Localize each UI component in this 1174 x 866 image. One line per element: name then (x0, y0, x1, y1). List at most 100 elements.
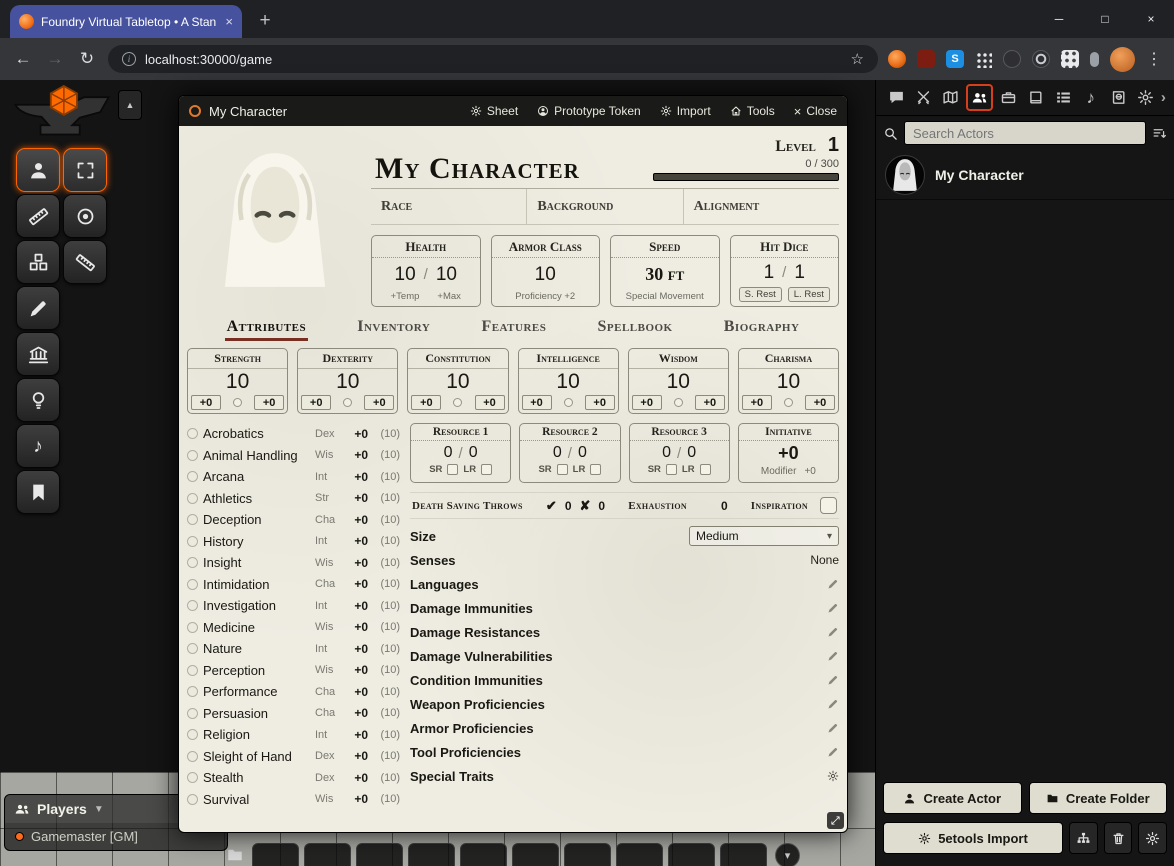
ability-modifier[interactable]: +0 (742, 395, 772, 410)
skill-name[interactable]: Perception (203, 663, 310, 678)
skill-proficiency-toggle[interactable] (187, 772, 198, 783)
lr-checkbox[interactable] (700, 464, 711, 475)
skill-modifier[interactable]: +0 (346, 771, 368, 785)
skill-name[interactable]: Animal Handling (203, 448, 310, 463)
sheet-config-button[interactable]: Sheet (470, 104, 518, 118)
skill-modifier[interactable]: +0 (346, 706, 368, 720)
tab-playlists[interactable]: ♪ (1079, 86, 1103, 110)
special-movement-label[interactable]: Special Movement (626, 291, 704, 302)
ability-name[interactable]: Charisma (739, 349, 838, 369)
skill-modifier[interactable]: +0 (346, 513, 368, 527)
ability-score-input[interactable]: 10 (519, 369, 618, 395)
close-window-button[interactable]: × Close (794, 104, 837, 119)
ability-score-input[interactable]: 10 (629, 369, 728, 395)
hp-tempmax-label[interactable]: +Max (437, 291, 461, 302)
drawing-controls-button[interactable] (16, 286, 60, 330)
skill-name[interactable]: Arcana (203, 469, 310, 484)
ability-name[interactable]: Wisdom (629, 349, 728, 369)
skill-proficiency-toggle[interactable] (187, 557, 198, 568)
skill-proficiency-toggle[interactable] (187, 643, 198, 654)
save-proficiency-toggle[interactable] (674, 398, 683, 407)
resource-value-input[interactable]: 0 (662, 444, 671, 462)
macro-slot[interactable] (512, 843, 559, 866)
exhaustion-value[interactable]: 0 (721, 499, 728, 513)
tab-attributes[interactable]: Attributes (225, 318, 309, 341)
gear-icon[interactable] (827, 770, 839, 782)
resource-max-input[interactable]: 0 (469, 444, 478, 462)
lr-checkbox[interactable] (481, 464, 492, 475)
delete-button[interactable] (1104, 822, 1133, 854)
ability-name[interactable]: Constitution (408, 349, 507, 369)
window-resize-handle[interactable] (827, 812, 844, 829)
hotbar-page-button[interactable]: ▾ (775, 843, 800, 866)
ability-name[interactable]: Strength (188, 349, 287, 369)
skill-proficiency-toggle[interactable] (187, 665, 198, 676)
edit-icon[interactable] (827, 602, 839, 614)
tools-button[interactable]: Tools (730, 104, 775, 118)
skill-name[interactable]: Stealth (203, 770, 310, 785)
extensions-grid-icon[interactable] (975, 51, 992, 68)
death-success-icon[interactable]: ✔ (546, 498, 557, 514)
resource-label[interactable]: Resource 2 (520, 424, 619, 441)
ability-name[interactable]: Intelligence (519, 349, 618, 369)
resource-label[interactable]: Resource 3 (630, 424, 729, 441)
save-proficiency-toggle[interactable] (784, 398, 793, 407)
tab-actors[interactable] (966, 84, 993, 111)
macro-slot[interactable] (356, 843, 403, 866)
ability-modifier[interactable]: +0 (632, 395, 662, 410)
ability-score-input[interactable]: 10 (739, 369, 838, 395)
skill-name[interactable]: Sleight of Hand (203, 749, 310, 764)
macro-slot[interactable] (460, 843, 507, 866)
forward-button[interactable]: → (44, 49, 66, 69)
skill-name[interactable]: Persuasion (203, 706, 310, 721)
prototype-token-button[interactable]: Prototype Token (537, 104, 641, 118)
macro-slot[interactable] (252, 843, 299, 866)
skill-modifier[interactable]: +0 (346, 470, 368, 484)
notes-controls-button[interactable] (16, 470, 60, 514)
edit-icon[interactable] (827, 746, 839, 758)
tab-biography[interactable]: Biography (722, 318, 802, 341)
size-select[interactable]: Medium ▾ (689, 526, 839, 546)
folder-tree-button[interactable] (1069, 822, 1098, 854)
skill-modifier[interactable]: +0 (346, 663, 368, 677)
skill-proficiency-toggle[interactable] (187, 493, 198, 504)
lr-checkbox[interactable] (590, 464, 601, 475)
ability-score-input[interactable]: 10 (408, 369, 507, 395)
macro-folder-icon[interactable] (226, 846, 244, 864)
skill-name[interactable]: Religion (203, 727, 310, 742)
tile-controls-button[interactable] (16, 240, 60, 284)
nav-collapse-button[interactable]: ▲ (118, 90, 142, 120)
edit-icon[interactable] (827, 626, 839, 638)
macro-slot[interactable] (408, 843, 455, 866)
macro-slot[interactable] (564, 843, 611, 866)
ability-modifier[interactable]: +0 (191, 395, 221, 410)
browser-profile-avatar[interactable] (1110, 47, 1135, 72)
sr-checkbox[interactable] (447, 464, 458, 475)
sidebar-collapse-icon[interactable]: › (1161, 89, 1166, 106)
tab-inventory[interactable]: Inventory (355, 318, 432, 341)
edit-icon[interactable] (827, 578, 839, 590)
window-minimize-button[interactable]: ─ (1036, 0, 1082, 38)
skill-name[interactable]: Performance (203, 684, 310, 699)
sr-checkbox[interactable] (557, 464, 568, 475)
skill-modifier[interactable]: +0 (346, 749, 368, 763)
save-proficiency-toggle[interactable] (564, 398, 573, 407)
ability-save[interactable]: +0 (254, 395, 284, 410)
skill-proficiency-toggle[interactable] (187, 471, 198, 482)
death-fail-icon[interactable]: ✘ (580, 498, 591, 514)
measure-controls-button[interactable] (16, 194, 60, 238)
short-rest-button[interactable]: S. Rest (739, 287, 782, 302)
save-proficiency-toggle[interactable] (453, 398, 462, 407)
site-info-icon[interactable]: i (122, 52, 136, 66)
tab-settings[interactable] (1134, 86, 1158, 110)
hp-max-input[interactable]: 10 (436, 264, 457, 286)
tab-close-icon[interactable]: × (225, 14, 233, 29)
resource-label[interactable]: Resource 1 (411, 424, 510, 441)
url-text[interactable]: localhost:30000/game (145, 52, 842, 67)
skill-proficiency-toggle[interactable] (187, 751, 198, 762)
ability-modifier[interactable]: +0 (411, 395, 441, 410)
ability-save[interactable]: +0 (585, 395, 615, 410)
ability-save[interactable]: +0 (695, 395, 725, 410)
macro-slot[interactable] (304, 843, 351, 866)
skill-proficiency-toggle[interactable] (187, 450, 198, 461)
